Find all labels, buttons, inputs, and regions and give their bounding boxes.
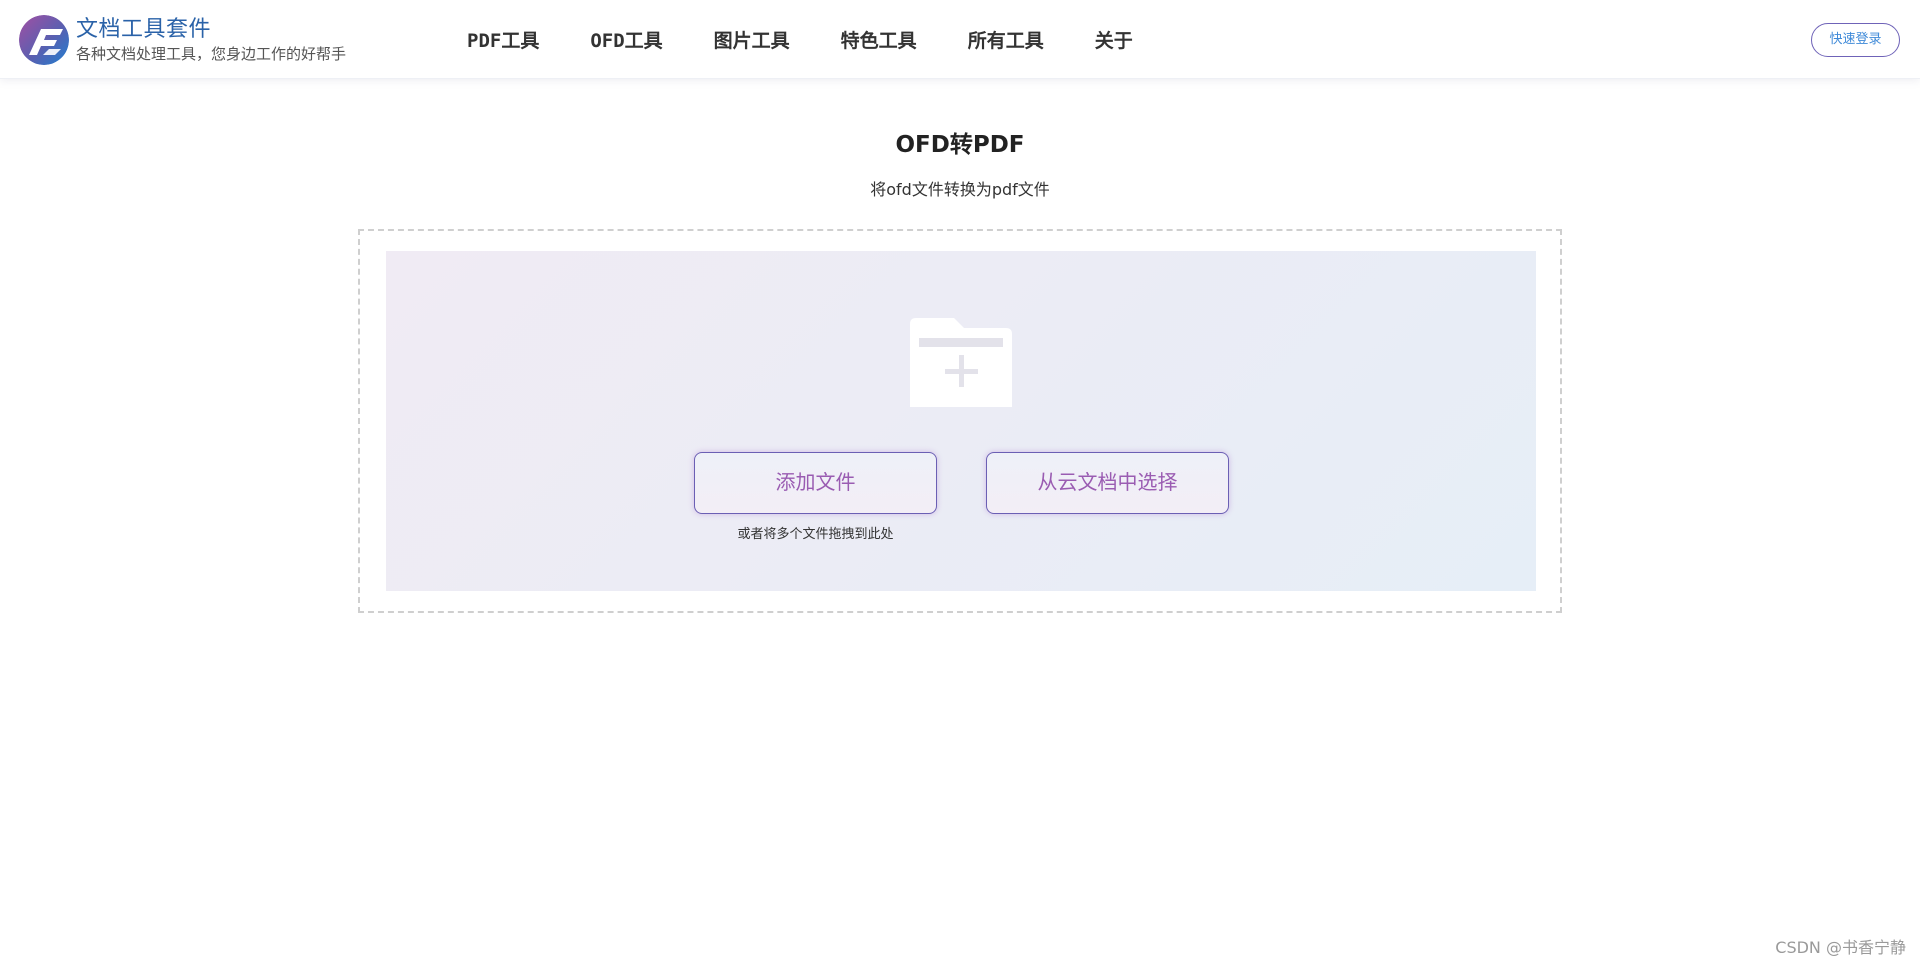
drop-hint: 或者将多个文件拖拽到此处 bbox=[737, 527, 894, 542]
nav-item-image-tools[interactable]: 图片工具 bbox=[714, 26, 790, 53]
brand-subtitle: 各种文档处理工具，您身边工作的好帮手 bbox=[76, 44, 347, 63]
nav-item-special-tools[interactable]: 特色工具 bbox=[841, 26, 917, 53]
add-file-button[interactable]: 添加文件 bbox=[694, 452, 937, 514]
page-title: OFD转PDF bbox=[895, 132, 1025, 158]
nav-item-ofd-tools[interactable]: OFD工具 bbox=[590, 26, 662, 53]
upload-dropzone[interactable]: 添加文件 从云文档中选择 或者将多个文件拖拽到此处 bbox=[358, 229, 1562, 613]
select-from-cloud-button[interactable]: 从云文档中选择 bbox=[986, 452, 1229, 514]
main-nav: PDF工具 OFD工具 图片工具 特色工具 所有工具 关于 bbox=[467, 0, 1133, 79]
brand[interactable]: 文档工具套件 各种文档处理工具，您身边工作的好帮手 bbox=[19, 15, 346, 65]
top-header: 文档工具套件 各种文档处理工具，您身边工作的好帮手 PDF工具 OFD工具 图片… bbox=[0, 0, 1920, 79]
brand-title: 文档工具套件 bbox=[76, 16, 212, 42]
page-subtitle: 将ofd文件转换为pdf文件 bbox=[870, 180, 1050, 199]
nav-item-pdf-tools[interactable]: PDF工具 bbox=[467, 26, 539, 53]
logo-icon bbox=[19, 15, 69, 65]
nav-item-about[interactable]: 关于 bbox=[1095, 26, 1133, 53]
upload-panel[interactable]: 添加文件 从云文档中选择 或者将多个文件拖拽到此处 bbox=[386, 251, 1536, 591]
nav-item-all-tools[interactable]: 所有工具 bbox=[968, 26, 1044, 53]
watermark: CSDN @书香宁静 bbox=[1775, 938, 1906, 957]
folder-plus-icon bbox=[910, 318, 1012, 407]
quick-login-button[interactable]: 快速登录 bbox=[1811, 23, 1900, 57]
